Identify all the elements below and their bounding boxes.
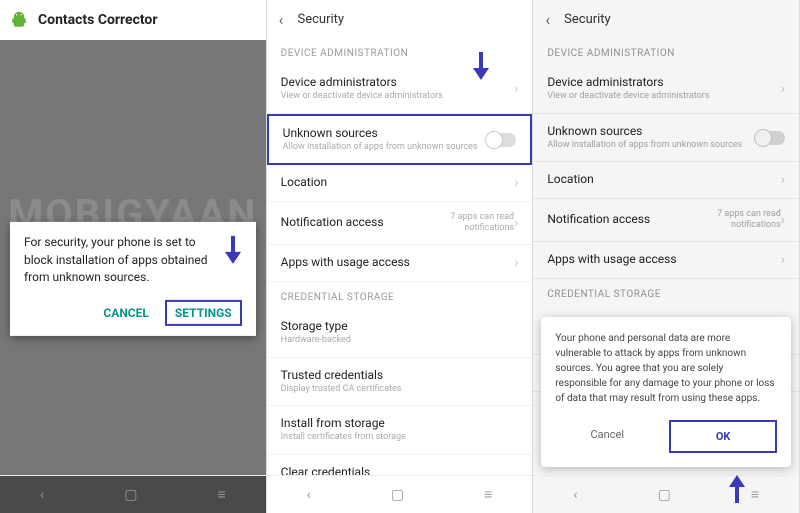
chevron-right-icon: › bbox=[781, 212, 785, 228]
row-device-admin[interactable]: Device administratorsView or deactivate … bbox=[267, 65, 533, 114]
row-trusted-credentials[interactable]: Trusted credentialsDisplay trusted CA ce… bbox=[267, 358, 533, 407]
nav-home-icon[interactable]: ▢ bbox=[124, 487, 137, 503]
section-header: CREDENTIAL STORAGE bbox=[267, 282, 533, 309]
toggle-off[interactable] bbox=[486, 133, 516, 147]
nav-recent-icon[interactable]: ≡ bbox=[217, 486, 225, 503]
row-storage-type[interactable]: Storage typeHardware-backed bbox=[267, 309, 533, 358]
chevron-right-icon: › bbox=[781, 81, 785, 97]
row-device-admin[interactable]: Device administratorsView or deactivate … bbox=[533, 65, 799, 114]
annotation-arrow bbox=[726, 475, 748, 505]
title-bar: ‹ Security bbox=[533, 0, 799, 38]
confirm-dialog: Your phone and personal data are more vu… bbox=[541, 317, 791, 467]
section-header: DEVICE ADMINISTRATION bbox=[533, 38, 799, 65]
dimmed-background: MOBIGYAAN For security, your phone is se… bbox=[0, 40, 266, 475]
chevron-right-icon: › bbox=[514, 81, 518, 97]
nav-home-icon[interactable]: ▢ bbox=[658, 487, 671, 503]
row-usage-access[interactable]: Apps with usage access › bbox=[267, 245, 533, 282]
settings-button[interactable]: SETTINGS bbox=[165, 300, 242, 326]
nav-bar: ‹ ▢ ≡ bbox=[267, 475, 533, 513]
chevron-right-icon: › bbox=[514, 255, 518, 271]
nav-bar: ‹ ▢ ≡ bbox=[533, 475, 799, 513]
cancel-button[interactable]: Cancel bbox=[555, 420, 659, 453]
row-location[interactable]: Location › bbox=[533, 162, 799, 199]
row-unknown-sources[interactable]: Unknown sourcesAllow installation of app… bbox=[533, 114, 799, 163]
block-install-dialog: For security, your phone is set to block… bbox=[10, 222, 256, 336]
page-title: Security bbox=[564, 12, 611, 27]
title-bar: ‹ Security bbox=[267, 0, 533, 38]
row-install-storage[interactable]: Install from storageInstall certificates… bbox=[267, 406, 533, 455]
toggle-off[interactable] bbox=[755, 131, 785, 145]
nav-recent-icon[interactable]: ≡ bbox=[484, 486, 492, 503]
nav-bar: ‹ ▢ ≡ bbox=[0, 475, 266, 513]
row-unknown-sources[interactable]: Unknown sourcesAllow installation of app… bbox=[267, 114, 533, 166]
cancel-button[interactable]: CANCEL bbox=[103, 306, 148, 320]
section-header: CREDENTIAL STORAGE bbox=[533, 279, 799, 306]
row-notification-access[interactable]: Notification access 7 apps can read noti… bbox=[267, 202, 533, 245]
nav-back-icon[interactable]: ‹ bbox=[40, 487, 44, 503]
ok-button[interactable]: OK bbox=[669, 420, 777, 453]
nav-recent-icon[interactable]: ≡ bbox=[751, 486, 759, 503]
nav-home-icon[interactable]: ▢ bbox=[391, 487, 404, 503]
dialog-message: For security, your phone is set to block… bbox=[24, 234, 242, 286]
row-location[interactable]: Location › bbox=[267, 165, 533, 202]
row-clear-credentials[interactable]: Clear credentialsRemove all certificates bbox=[267, 455, 533, 475]
app-header: Contacts Corrector bbox=[0, 0, 266, 40]
chevron-right-icon: › bbox=[514, 175, 518, 191]
page-title: Security bbox=[297, 12, 344, 27]
back-icon[interactable]: ‹ bbox=[545, 10, 550, 29]
row-usage-access[interactable]: Apps with usage access › bbox=[533, 242, 799, 279]
section-header: DEVICE ADMINISTRATION bbox=[267, 38, 533, 65]
nav-back-icon[interactable]: ‹ bbox=[307, 487, 311, 503]
row-notification-access[interactable]: Notification access 7 apps can read noti… bbox=[533, 199, 799, 242]
nav-back-icon[interactable]: ‹ bbox=[573, 487, 577, 503]
chevron-right-icon: › bbox=[781, 172, 785, 188]
chevron-right-icon: › bbox=[781, 252, 785, 268]
android-icon bbox=[10, 11, 28, 29]
app-title: Contacts Corrector bbox=[38, 12, 157, 28]
annotation-arrow bbox=[470, 50, 492, 80]
chevron-right-icon: › bbox=[514, 215, 518, 231]
dialog-message: Your phone and personal data are more vu… bbox=[555, 331, 777, 406]
back-icon[interactable]: ‹ bbox=[279, 10, 284, 29]
annotation-arrow bbox=[222, 234, 244, 264]
